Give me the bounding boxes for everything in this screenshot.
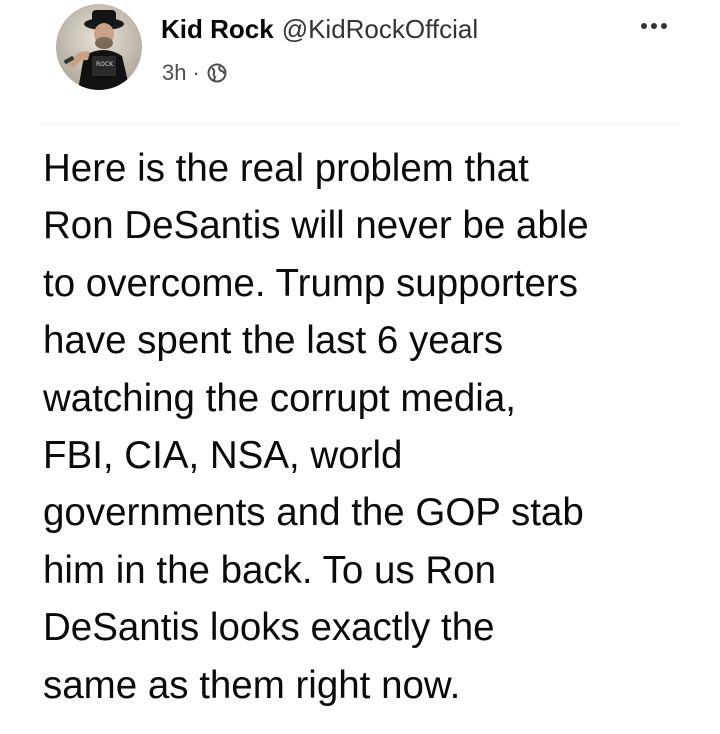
post-card: ROCK Kid Rock @KidRockOffcial 3h · Here i… [0, 0, 720, 734]
avatar-photo: ROCK [56, 4, 142, 90]
post-body-line: governments and the GOP stab [43, 491, 584, 535]
post-body-line: have spent the last 6 years [43, 319, 504, 363]
post-body-line: to overcome. Trump supporters [43, 261, 578, 305]
author-handle[interactable]: @KidRockOffcial [282, 14, 478, 44]
post-body: Here is the real problem that Ron DeSant… [43, 140, 703, 714]
svg-text:ROCK: ROCK [96, 61, 114, 68]
more-options-icon [641, 23, 667, 29]
post-body-line: Ron DeSantis will never be able [43, 204, 589, 248]
post-body-line: same as them right now. [43, 663, 461, 707]
more-options-button[interactable] [636, 14, 672, 38]
post-body-line: Here is the real problem that [43, 147, 529, 190]
post-body-line: watching the corrupt media, [43, 376, 516, 420]
author-display-name[interactable]: Kid Rock [161, 14, 274, 44]
post-body-line: him in the back. To us Ron [43, 548, 496, 592]
post-meta: 3h · [162, 60, 228, 86]
author-row: Kid Rock @KidRockOffcial [161, 14, 478, 44]
header-divider [40, 124, 680, 125]
author-avatar[interactable]: ROCK [56, 4, 142, 90]
post-body-line: FBI, CIA, NSA, world [43, 434, 403, 478]
post-body-line: DeSantis looks exactly the [43, 606, 495, 650]
meta-separator: · [192, 60, 200, 85]
post-timestamp[interactable]: 3h [162, 60, 186, 86]
globe-icon [206, 62, 228, 84]
